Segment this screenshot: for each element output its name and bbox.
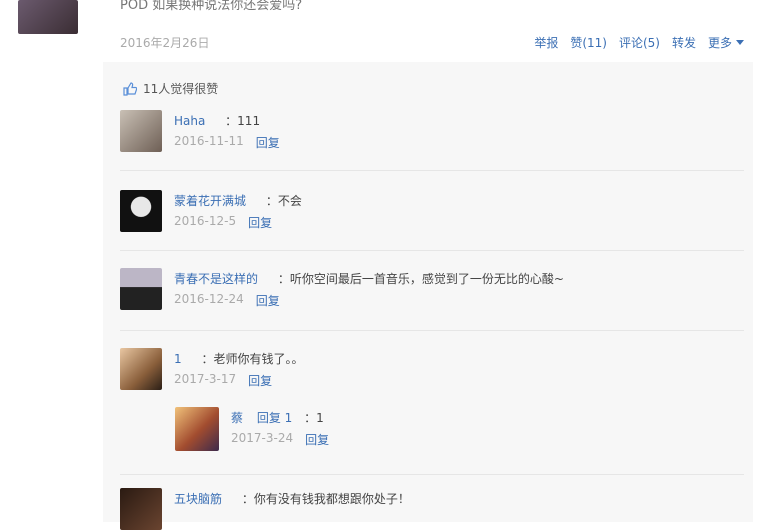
comment-date: 2016-12-24 — [174, 292, 244, 306]
commenter-name[interactable]: 蒙着花开满城 — [174, 194, 246, 208]
reply-text: ：1 — [304, 411, 324, 425]
avatar[interactable] — [175, 407, 219, 451]
comment-text: ：不会 — [265, 194, 302, 208]
poster-avatar[interactable] — [18, 0, 78, 34]
comment-date: 2016-12-5 — [174, 214, 237, 228]
divider — [120, 250, 744, 251]
comment-text: ：听你空间最后一首音乐，感觉到了一份无比的心酸~ — [277, 272, 564, 286]
avatar[interactable] — [120, 488, 162, 530]
comment-link[interactable]: 评论(5) — [619, 34, 660, 51]
more-label: 更多 — [707, 36, 732, 50]
comment-text: ：111 — [225, 114, 261, 128]
comment-meta: 2017-3-17 回复 — [174, 372, 272, 389]
reply-line: 蔡 回复 1 ：1 — [231, 409, 324, 426]
report-link[interactable]: 举报 — [534, 34, 558, 51]
reply-link[interactable]: 回复 — [305, 431, 329, 448]
reply-target[interactable]: 回复 1 — [257, 411, 292, 425]
more-menu[interactable]: 更多 — [708, 34, 744, 51]
divider — [120, 330, 744, 331]
avatar[interactable] — [120, 190, 162, 232]
comment-date: 2016-11-11 — [174, 134, 244, 148]
comment-line: 五块脑筋 ：你有没有钱我都想跟你处子！ — [174, 490, 410, 507]
reply-link[interactable]: 回复 — [256, 134, 280, 151]
comment-meta: 2016-11-11 回复 — [174, 134, 280, 151]
comment-line: 蒙着花开满城 ：不会 — [174, 192, 302, 209]
reply-link[interactable]: 回复 — [248, 214, 272, 231]
likes-row: 11人觉得很赞 — [123, 80, 218, 97]
comment-text: ：老师你有钱了。。 — [201, 352, 304, 366]
commenter-name[interactable]: Haha — [174, 114, 205, 128]
chevron-down-icon — [736, 40, 744, 45]
post-date: 2016年2月26日 — [120, 36, 210, 50]
divider — [120, 170, 744, 171]
reply-link[interactable]: 回复 — [256, 292, 280, 309]
avatar[interactable] — [120, 110, 162, 152]
avatar[interactable] — [120, 268, 162, 310]
avatar[interactable] — [120, 348, 162, 390]
commenter-name[interactable]: 青春不是这样的 — [174, 272, 258, 286]
post-actions: 举报 赞(11) 评论(5) 转发 更多 — [534, 34, 744, 51]
comment-meta: 2016-12-24 回复 — [174, 292, 280, 309]
like-link[interactable]: 赞(11) — [570, 34, 607, 51]
comment-line: 1 ：老师你有钱了。。 — [174, 350, 303, 367]
comment-line: 青春不是这样的 ：听你空间最后一首音乐，感觉到了一份无比的心酸~ — [174, 270, 564, 287]
reply-meta: 2017-3-24 回复 — [231, 431, 329, 448]
likes-text: 11人觉得很赞 — [143, 82, 219, 96]
commenter-name[interactable]: 五块脑筋 — [174, 492, 222, 506]
divider — [120, 474, 744, 475]
comment-text: ：你有没有钱我都想跟你处子！ — [241, 492, 410, 506]
commenter-name[interactable]: 1 — [174, 352, 182, 366]
thumbs-up-icon — [123, 81, 138, 96]
forward-link[interactable]: 转发 — [672, 34, 696, 51]
comment-line: Haha ：111 — [174, 112, 260, 129]
comment-date: 2017-3-17 — [174, 372, 237, 386]
post-text: POD 如果换种说法你还会爱吗? — [120, 0, 303, 13]
replier-name[interactable]: 蔡 — [231, 411, 243, 425]
reply-date: 2017-3-24 — [231, 431, 294, 445]
reply-link[interactable]: 回复 — [248, 372, 272, 389]
comment-meta: 2016-12-5 回复 — [174, 214, 272, 231]
